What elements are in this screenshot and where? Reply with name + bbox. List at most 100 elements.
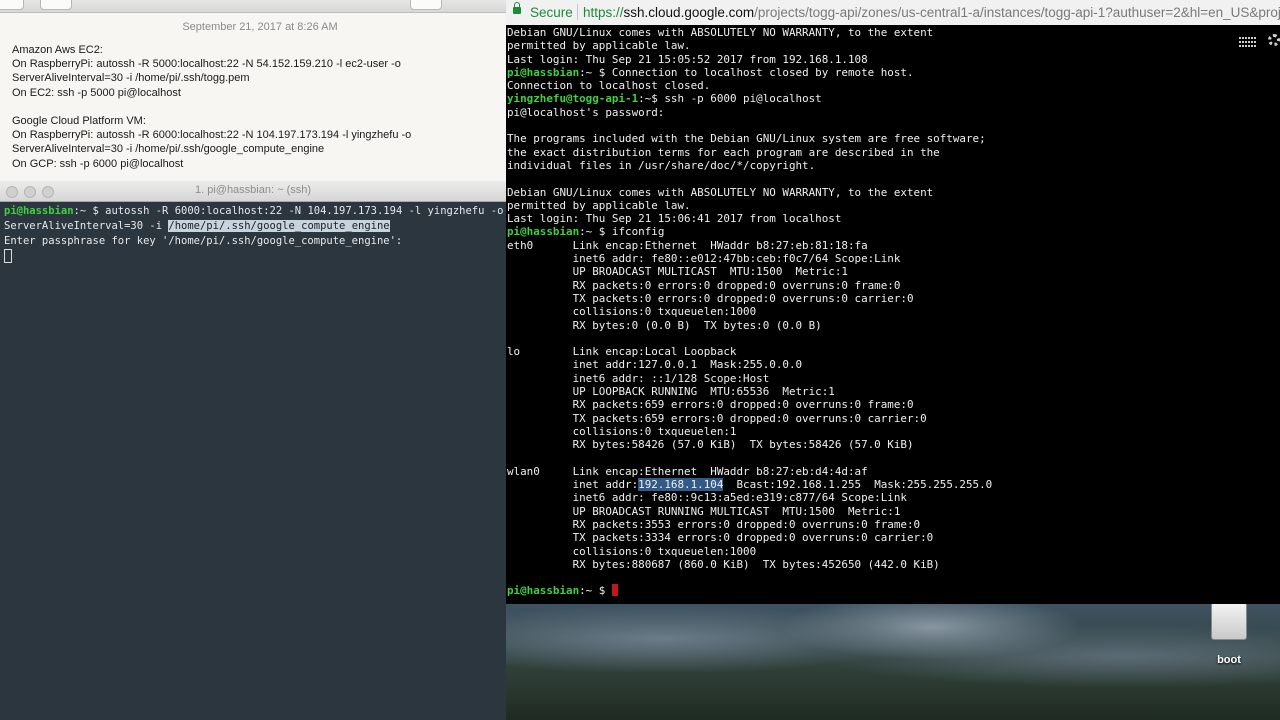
prompt-user: pi@hassbian bbox=[507, 584, 580, 598]
line-text: Debian GNU/Linux comes with ABSOLUTELY N… bbox=[507, 26, 934, 39]
line-text: inet6 addr: fe80::9c13:a5ed:e319:c877/64… bbox=[507, 491, 907, 505]
terminal-cursor bbox=[611, 584, 618, 597]
note-body[interactable]: Amazon Aws EC2: On RaspberryPi: autossh -… bbox=[12, 43, 502, 171]
terminal-line: inet addr:192.168.1.104 Bcast:192.168.1.… bbox=[507, 478, 1227, 492]
passphrase-prompt: Enter passphrase for key '/home/pi/.ssh/… bbox=[4, 235, 403, 247]
keyboard-icon[interactable] bbox=[1239, 37, 1257, 47]
terminal-line: yingzhefu@togg-api-1:~$ ssh -p 6000 pi@l… bbox=[507, 92, 1227, 105]
terminal-line: the exact distribution terms for each pr… bbox=[507, 146, 1227, 159]
desktop-icon-label: boot bbox=[1217, 654, 1241, 666]
line-text: inet6 addr: ::1/128 Scope:Host bbox=[507, 371, 770, 385]
note-date: September 21, 2017 at 8:26 AM bbox=[182, 21, 338, 33]
terminal-line: eth0 Link encap:Ethernet HWaddr b8:27:eb… bbox=[507, 239, 1227, 252]
prompt-suffix: :~ $ bbox=[579, 225, 612, 239]
line-text: RX bytes:58426 (57.0 KiB) TX bytes:58426… bbox=[507, 438, 914, 452]
terminal-line: permitted by applicable law. bbox=[507, 199, 1227, 212]
lock-icon bbox=[513, 2, 521, 14]
cloud-shell-output[interactable]: Debian GNU/Linux comes with ABSOLUTELY N… bbox=[507, 26, 1227, 598]
toolbar-button[interactable] bbox=[410, 0, 442, 10]
line-text: UP BROADCAST MULTICAST MTU:1500 Metric:1 bbox=[507, 265, 848, 279]
prompt-user: yingzhefu@togg-api-1 bbox=[507, 92, 639, 106]
selected-path: /home/pi/.ssh/google_compute_engine bbox=[168, 220, 390, 232]
terminal-line: collisions:0 txqueuelen:1000 bbox=[507, 305, 1227, 318]
line-text: lo Link encap:Local Loopback bbox=[507, 345, 737, 359]
cloud-shell-terminal[interactable]: Debian GNU/Linux comes with ABSOLUTELY N… bbox=[506, 25, 1280, 604]
terminal-line: inet6 addr: fe80::9c13:a5ed:e319:c877/64… bbox=[507, 491, 1227, 504]
note-line: Amazon Aws EC2: bbox=[12, 44, 103, 56]
address-bar[interactable]: Secure https://ssh.cloud.google.com/proj… bbox=[506, 0, 1280, 26]
notes-toolbar bbox=[0, 0, 506, 13]
line-text: RX packets:3553 errors:0 dropped:0 overr… bbox=[507, 517, 921, 531]
line-text: pi@localhost's password: bbox=[507, 105, 665, 119]
line-text: ifconfig bbox=[611, 225, 665, 239]
line-text: collisions:0 txqueuelen:1000 bbox=[507, 544, 757, 558]
browser-window[interactable]: Secure https://ssh.cloud.google.com/proj… bbox=[506, 0, 1280, 604]
line-text: Connection to localhost closed. bbox=[507, 79, 711, 93]
line-text: UP LOOPBACK RUNNING MTU:65536 Metric:1 bbox=[507, 385, 835, 399]
line-text: collisions:0 txqueuelen:1000 bbox=[507, 305, 757, 319]
terminal-line: pi@hassbian:~ $ ifconfig bbox=[507, 225, 1227, 238]
url-text[interactable]: https://ssh.cloud.google.com/projects/to… bbox=[583, 0, 1280, 25]
gear-icon[interactable] bbox=[1268, 34, 1280, 46]
line-text: permitted by applicable law. bbox=[507, 39, 691, 53]
line-text: inet6 addr: fe80::e012:47bb:ceb:f0c7/64 … bbox=[507, 252, 901, 266]
line-text: eth0 Link encap:Ethernet HWaddr b8:27:eb… bbox=[507, 238, 868, 252]
terminal-line: RX bytes:880687 (860.0 KiB) TX bytes:452… bbox=[507, 558, 1227, 571]
terminal-line: Debian GNU/Linux comes with ABSOLUTELY N… bbox=[507, 186, 1227, 199]
prompt-user: pi@hassbian bbox=[507, 65, 580, 79]
command-text: autossh -R 6000:localhost:22 -N 104.197.… bbox=[105, 205, 504, 217]
line-text: collisions:0 txqueuelen:1 bbox=[507, 424, 737, 438]
terminal-title-bar[interactable]: 1. pi@hassbian: ~ (ssh) bbox=[0, 181, 506, 202]
line-text: inet addr:127.0.0.1 Mask:255.0.0.0 bbox=[507, 358, 803, 372]
terminal-line: UP BROADCAST MULTICAST MTU:1500 Metric:1 bbox=[507, 265, 1227, 278]
line-text: RX packets:659 errors:0 dropped:0 overru… bbox=[507, 398, 914, 412]
local-terminal-output[interactable]: pi@hassbian:~ $ autossh -R 6000:localhos… bbox=[4, 204, 504, 266]
terminal-line: RX bytes:0 (0.0 B) TX bytes:0 (0.0 B) bbox=[507, 319, 1227, 332]
line-text: The programs included with the Debian GN… bbox=[507, 132, 986, 146]
line-text: individual files in /usr/share/doc/*/cop… bbox=[507, 158, 816, 172]
notes-window: September 21, 2017 at 8:26 AM Amazon Aws… bbox=[0, 0, 507, 182]
note-line: ServerAliveInterval=30 -i /home/pi/.ssh/… bbox=[12, 72, 250, 85]
toolbar-button[interactable] bbox=[0, 0, 24, 10]
terminal-line: pi@hassbian:~ $ Connection to localhost … bbox=[507, 66, 1227, 79]
note-line: On GCP: ssh -p 6000 pi@localhost bbox=[12, 157, 184, 170]
line-text: Connection to localhost closed by remote… bbox=[611, 65, 914, 79]
selected-ip-address[interactable]: 192.168.1.104 bbox=[638, 478, 724, 492]
local-terminal-window[interactable]: 1. pi@hassbian: ~ (ssh) pi@hassbian:~ $ … bbox=[0, 181, 506, 720]
terminal-line: RX packets:0 errors:0 dropped:0 overruns… bbox=[507, 279, 1227, 292]
terminal-line: permitted by applicable law. bbox=[507, 39, 1227, 52]
line-text: Debian GNU/Linux comes with ABSOLUTELY N… bbox=[507, 185, 934, 199]
terminal-line: Last login: Thu Sep 21 15:05:52 2017 fro… bbox=[507, 53, 1227, 66]
line-text: Bcast:192.168.1.255 Mask:255.255.255.0 bbox=[723, 478, 993, 492]
terminal-line: lo Link encap:Local Loopback bbox=[507, 345, 1227, 358]
terminal-line: pi@hassbian:~ $ bbox=[507, 584, 1227, 597]
drive-icon bbox=[1211, 602, 1247, 640]
terminal-line: Debian GNU/Linux comes with ABSOLUTELY N… bbox=[507, 26, 1227, 39]
desktop-icon-boot[interactable]: boot bbox=[1200, 602, 1258, 666]
line-text: Last login: Thu Sep 21 15:05:52 2017 fro… bbox=[507, 52, 868, 66]
terminal-line: wlan0 Link encap:Ethernet HWaddr b8:27:e… bbox=[507, 465, 1227, 478]
terminal-line: TX packets:0 errors:0 dropped:0 overruns… bbox=[507, 292, 1227, 305]
terminal-line: collisions:0 txqueuelen:1000 bbox=[507, 545, 1227, 558]
line-text: RX bytes:880687 (860.0 KiB) TX bytes:452… bbox=[507, 557, 940, 571]
note-line: On RaspberryPi: autossh -R 5000:localhos… bbox=[12, 58, 401, 71]
toolbar-button[interactable] bbox=[40, 0, 72, 10]
prompt-user: pi@hassbian bbox=[4, 205, 74, 217]
command-continuation: ServerAliveInterval=30 -i bbox=[4, 220, 169, 232]
prompt-suffix: :~ $ bbox=[579, 65, 612, 79]
desktop-wallpaper bbox=[506, 604, 1280, 720]
terminal-line: collisions:0 txqueuelen:1 bbox=[507, 425, 1227, 438]
line-text: UP BROADCAST RUNNING MULTICAST MTU:1500 … bbox=[507, 504, 901, 518]
secure-label: Secure bbox=[530, 5, 573, 20]
terminal-line: inet6 addr: fe80::e012:47bb:ceb:f0c7/64 … bbox=[507, 252, 1227, 265]
note-line: Google Cloud Platform VM: bbox=[12, 115, 146, 127]
terminal-line: Last login: Thu Sep 21 15:06:41 2017 fro… bbox=[507, 212, 1227, 225]
line-text: permitted by applicable law. bbox=[507, 198, 691, 212]
line-text: TX packets:0 errors:0 dropped:0 overruns… bbox=[507, 291, 914, 305]
terminal-line: RX packets:3553 errors:0 dropped:0 overr… bbox=[507, 518, 1227, 531]
